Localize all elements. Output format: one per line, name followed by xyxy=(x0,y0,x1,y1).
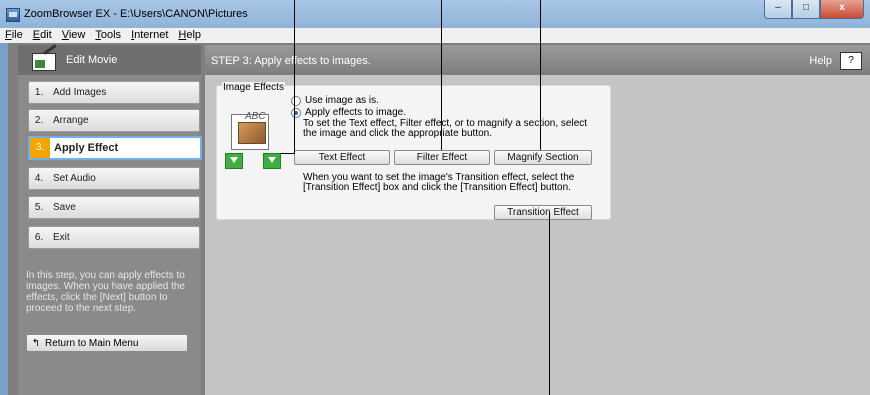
step-set-audio[interactable]: 4. Set Audio xyxy=(28,167,200,190)
menu-internet[interactable]: Internet xyxy=(126,28,173,43)
menu-edit[interactable]: Edit xyxy=(28,28,57,43)
green-down-arrow-icon xyxy=(225,153,243,169)
sidebar-title: Edit Movie xyxy=(66,54,118,66)
menu-help[interactable]: Help xyxy=(173,28,206,43)
image-effects-group: Image Effects ABC Use image as is. Apply… xyxy=(216,82,611,220)
step-label: Add Images xyxy=(53,87,107,98)
app-icon xyxy=(6,8,20,22)
step-number: 2. xyxy=(34,115,44,126)
radio-button[interactable] xyxy=(291,95,301,106)
photo-icon xyxy=(238,122,266,144)
callout-line-filter-effect xyxy=(441,0,442,150)
green-down-arrow-icon xyxy=(263,153,281,169)
radio-apply-effects[interactable]: Apply effects to image. xyxy=(291,107,406,118)
window-title: ZoomBrowser EX - E:\Users\CANON\Pictures xyxy=(24,8,248,20)
window-left-edge xyxy=(0,43,8,395)
sidebar-help-text: In this step, you can apply effects to i… xyxy=(26,270,185,314)
image-effects-icon: ABC xyxy=(231,111,275,152)
menu-tools[interactable]: Tools xyxy=(90,28,126,43)
step-apply-effect[interactable]: 3. Apply Effect xyxy=(28,136,202,160)
effects-instruction: To set the Text effect, Filter effect, o… xyxy=(303,118,588,139)
step-arrange[interactable]: 2. Arrange xyxy=(28,109,200,132)
step-add-images[interactable]: 1. Add Images xyxy=(28,81,200,104)
step-label: Save xyxy=(53,202,76,213)
step-label: Apply Effect xyxy=(54,142,119,154)
transition-instruction: When you want to set the image's Transit… xyxy=(303,172,575,193)
magnify-section-button[interactable]: Magnify Section xyxy=(494,150,592,165)
edit-movie-icon xyxy=(32,53,56,71)
step-save[interactable]: 5. Save xyxy=(28,196,200,219)
text-effect-button[interactable]: Text Effect xyxy=(294,150,390,165)
radio-label: Use image as is. xyxy=(305,95,379,106)
menu-bar: File Edit View Tools Internet Help xyxy=(0,28,870,44)
step-number: 5. xyxy=(34,202,44,213)
help-label: Help xyxy=(809,55,832,67)
minimize-button[interactable]: – xyxy=(764,0,792,19)
radio-button[interactable] xyxy=(291,107,301,118)
step-label: Exit xyxy=(53,232,70,243)
menu-file[interactable]: File xyxy=(0,28,28,43)
transition-effect-button[interactable]: Transition Effect xyxy=(494,205,592,220)
close-button[interactable]: x xyxy=(820,0,864,19)
return-label: Return to Main Menu xyxy=(45,337,139,349)
sidebar-header: Edit Movie xyxy=(18,45,201,75)
abc-text-icon: ABC xyxy=(245,111,266,122)
step-number: 1. xyxy=(34,87,44,98)
step-number: 4. xyxy=(34,173,44,184)
callout-line-transition-effect xyxy=(549,212,550,395)
step-number: 6. xyxy=(34,232,44,243)
step-title: STEP 3: Apply effects to images. xyxy=(211,55,371,67)
main-header: STEP 3: Apply effects to images. Help ? xyxy=(205,45,870,75)
title-bar: ZoomBrowser EX - E:\Users\CANON\Pictures… xyxy=(0,0,870,28)
callout-line-magnify-section xyxy=(540,0,541,150)
menu-view[interactable]: View xyxy=(57,28,91,43)
radio-use-as-is[interactable]: Use image as is. xyxy=(291,95,379,106)
step-label: Arrange xyxy=(53,115,89,126)
return-arrow-icon: ↰ xyxy=(31,337,41,349)
help-button[interactable]: ? xyxy=(840,52,862,70)
radio-label: Apply effects to image. xyxy=(305,107,406,118)
main-panel: STEP 3: Apply effects to images. Help ? … xyxy=(205,45,870,395)
return-to-main-menu-button[interactable]: ↰ Return to Main Menu xyxy=(26,334,188,352)
step-exit[interactable]: 6. Exit xyxy=(28,226,200,249)
image-effects-title: Image Effects xyxy=(222,82,285,93)
step-label: Set Audio xyxy=(53,173,96,184)
maximize-button[interactable]: □ xyxy=(792,0,820,19)
callout-line-text-effect xyxy=(294,0,295,154)
step-number: 3. xyxy=(30,138,50,158)
callout-line-text-effect xyxy=(280,153,295,154)
filter-effect-button[interactable]: Filter Effect xyxy=(394,150,490,165)
